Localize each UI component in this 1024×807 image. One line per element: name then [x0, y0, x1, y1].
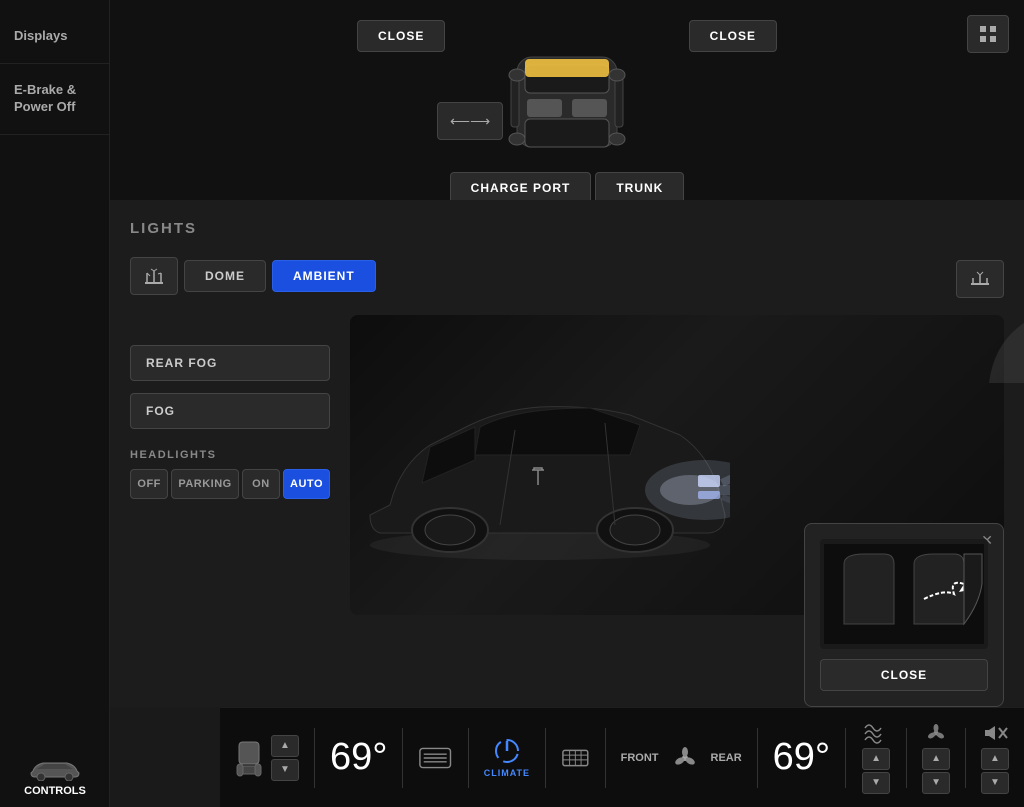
trunk-popup: ✕ CLOSE: [804, 523, 1004, 707]
right-temp-display: 69°: [773, 736, 830, 779]
close-right-button[interactable]: CLOSE: [689, 20, 777, 52]
right-heat-up[interactable]: ▲: [862, 748, 890, 770]
fan-speed-down[interactable]: ▼: [922, 772, 950, 794]
ambient-button[interactable]: AMBIENT: [272, 260, 376, 292]
bottom-climate-bar: ▲ ▼ 69° CLIMATE: [220, 707, 1024, 807]
divider-5: [605, 728, 606, 788]
rear-fog-button[interactable]: REAR FOG: [130, 345, 330, 381]
volume-controls: ▲ ▼: [981, 748, 1009, 794]
headlight-auto[interactable]: AUTO: [283, 469, 330, 499]
fan-labels-row: FRONT REAR: [621, 747, 742, 769]
divider-3: [468, 728, 469, 788]
fan-rear-label: REAR: [711, 752, 742, 764]
fog-button[interactable]: FOG: [130, 393, 330, 429]
heat-grid-icon: [561, 744, 590, 772]
fan-section: FRONT REAR: [621, 747, 742, 769]
divider-8: [906, 728, 907, 788]
heat-waves-icon: [861, 722, 891, 744]
lights-title: LIGHTS: [130, 220, 1004, 237]
right-heat-down[interactable]: ▼: [862, 772, 890, 794]
interior-lights-icon-button[interactable]: [130, 257, 178, 295]
close-left-button[interactable]: CLOSE: [357, 20, 445, 52]
fold-mirrors-button[interactable]: ⟵⟶: [437, 102, 503, 140]
climate-power-group: CLIMATE: [484, 737, 530, 778]
car-icon: [25, 751, 85, 781]
car-top-svg: ⟵⟶: [437, 47, 697, 167]
left-seat-heat-up[interactable]: ▲: [271, 735, 299, 757]
top-car-area: CLOSE CLOSE: [110, 0, 1024, 200]
left-temp-display: 69°: [330, 736, 387, 779]
rear-defroster-icon: [418, 744, 452, 772]
sidebar-item-ebrake[interactable]: E-Brake & Power Off: [0, 64, 109, 135]
fan-speed-up[interactable]: ▲: [922, 748, 950, 770]
right-heat-controls: ▲ ▼: [862, 748, 890, 794]
volume-down[interactable]: ▼: [981, 772, 1009, 794]
sidebar-item-displays[interactable]: Displays: [0, 10, 109, 64]
divider-1: [314, 728, 315, 788]
fan-volume-group: ▲ ▼: [922, 722, 950, 794]
volume-mute-icon: [981, 722, 1009, 744]
seat-icon-left: [235, 738, 263, 778]
sidebar-bottom: CONTROLS: [0, 741, 110, 807]
headlights-row: HEADLIGHTS OFF PARKING ON AUTO: [130, 449, 330, 499]
left-climate-segment: ▲ ▼: [235, 735, 299, 781]
divider-6: [757, 728, 758, 788]
left-seat-heat-down[interactable]: ▼: [271, 759, 299, 781]
climate-label: CLIMATE: [484, 768, 530, 778]
fan-front-label: FRONT: [621, 752, 659, 764]
car-side-svg: [350, 315, 730, 575]
interior-light-icon: [143, 267, 165, 285]
left-temperature: 69°: [330, 736, 387, 778]
fan-speed-controls: ▲ ▼: [922, 748, 950, 794]
trunk-popup-close-button[interactable]: CLOSE: [820, 659, 988, 691]
headlight-off[interactable]: OFF: [130, 469, 168, 499]
volume-group: ▲ ▼: [981, 722, 1009, 794]
climate-power-icon: [493, 737, 521, 765]
controls-button[interactable]: CONTROLS: [24, 751, 86, 797]
car-top-view: CLOSE CLOSE: [317, 10, 817, 200]
divider-2: [402, 728, 403, 788]
fan-small-icon: [924, 722, 948, 744]
grid-icon: [978, 24, 998, 44]
divider-4: [545, 728, 546, 788]
headlights-options: OFF PARKING ON AUTO: [130, 469, 330, 499]
light-controls-row: DOME AMBIENT: [130, 257, 1004, 295]
trunk-popup-image: [820, 539, 988, 649]
dome-button[interactable]: DOME: [184, 260, 266, 292]
left-seat-heat-controls: ▲ ▼: [271, 735, 299, 781]
divider-9: [965, 728, 966, 788]
right-edge-icon: [984, 323, 1024, 388]
light-beam-icon: [969, 270, 991, 288]
controls-label: CONTROLS: [24, 785, 86, 797]
divider-7: [845, 728, 846, 788]
headlight-parking[interactable]: PARKING: [171, 469, 238, 499]
wing-icon: [984, 323, 1024, 383]
sidebar: Displays E-Brake & Power Off CONTROLS: [0, 0, 110, 807]
fan-icon-center: [674, 747, 696, 769]
headlights-label: HEADLIGHTS: [130, 449, 330, 461]
right-heat-group: ▲ ▼: [861, 722, 891, 794]
volume-up[interactable]: ▲: [981, 748, 1009, 770]
lights-left-controls: REAR FOG FOG HEADLIGHTS OFF PARKING ON A…: [130, 315, 330, 615]
fold-icon: ⟵⟶: [450, 113, 490, 130]
trunk-door-svg: [824, 544, 984, 644]
main-content: CLOSE CLOSE: [110, 0, 1024, 807]
right-temperature: 69°: [773, 736, 830, 778]
top-right-icon-button[interactable]: [967, 15, 1009, 53]
light-icon-right[interactable]: [956, 260, 1004, 298]
headlight-on[interactable]: ON: [242, 469, 280, 499]
